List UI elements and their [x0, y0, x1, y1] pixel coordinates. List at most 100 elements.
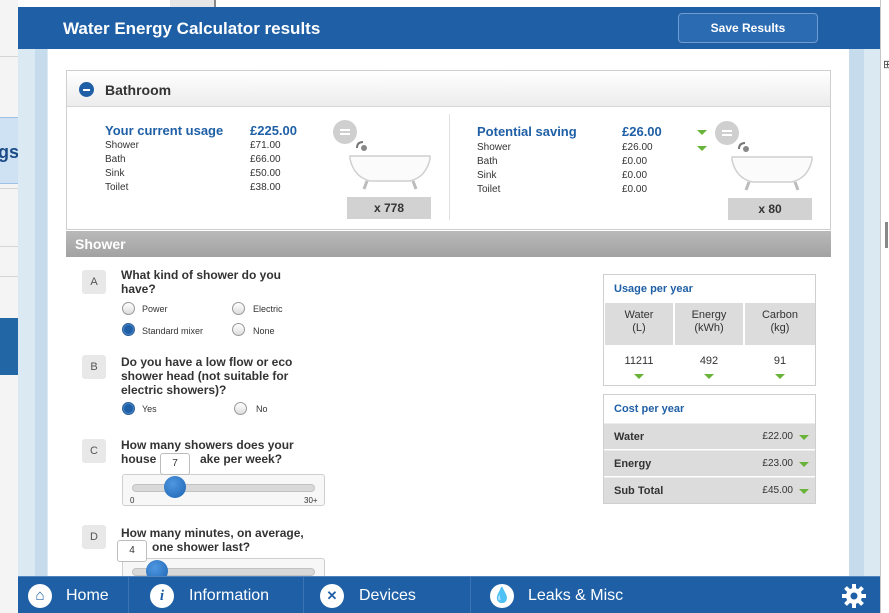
- saving-down-arrow-icon: [697, 130, 707, 135]
- radio-power[interactable]: [122, 302, 135, 315]
- saving-row-value: £0.00: [622, 156, 648, 167]
- current-row-label: Sink: [105, 168, 125, 179]
- info-icon: i: [150, 584, 174, 608]
- showers-per-week-slider[interactable]: 0 30+: [122, 474, 325, 506]
- down-arrow-icon: [799, 435, 809, 440]
- radio-electric[interactable]: [232, 302, 245, 315]
- question-d-line2: one shower last?: [152, 540, 251, 554]
- current-row-value: £66.00: [250, 154, 281, 165]
- panel-edge-left: [35, 49, 47, 576]
- slider-knob[interactable]: [164, 476, 186, 498]
- cost-row: Energy £23.00: [604, 450, 815, 476]
- nav-divider: [303, 577, 304, 613]
- collapse-icon[interactable]: [79, 82, 94, 97]
- nav-leaks-misc-label: Leaks & Misc: [528, 587, 624, 604]
- bottom-nav: ⌂ Home i Information ✕ Devices 💧 Leaks &…: [18, 576, 880, 613]
- cost-row-value: £23.00: [762, 458, 793, 469]
- nav-home-label: Home: [66, 587, 109, 604]
- current-usage-heading: Your current usage: [105, 123, 224, 138]
- radio-power-label: Power: [142, 304, 168, 314]
- down-arrow-icon: [799, 489, 809, 494]
- background-scrollbar: [885, 222, 888, 248]
- bathtub-icon: [349, 141, 431, 190]
- question-a-letter: A: [82, 270, 106, 294]
- radio-no-label: No: [256, 404, 268, 414]
- usage-col-water: Water (L): [605, 303, 673, 345]
- bathtub-icon: [731, 142, 813, 191]
- nav-devices-label: Devices: [359, 587, 416, 604]
- cost-row-value: £22.00: [762, 431, 793, 442]
- question-c-line2b: ake per week?: [200, 452, 283, 466]
- current-row-value: £38.00: [250, 182, 281, 193]
- question-a-text: What kind of shower do you have?: [121, 268, 281, 296]
- saving-heading: Potential saving: [477, 124, 577, 139]
- nav-leaks-misc[interactable]: 💧 Leaks & Misc: [488, 577, 658, 613]
- question-b-letter: B: [82, 355, 106, 379]
- bathroom-title: Bathroom: [105, 82, 172, 98]
- tools-icon: ✕: [320, 584, 344, 608]
- radio-none-label: None: [253, 326, 275, 336]
- saving-row-value: £0.00: [622, 170, 648, 181]
- water-drop-icon: 💧: [490, 584, 514, 608]
- question-d-line1: How many minutes, on average,: [121, 526, 304, 540]
- radio-no[interactable]: [234, 402, 247, 415]
- radio-yes-label: Yes: [142, 404, 157, 414]
- down-arrow-icon: [775, 374, 785, 379]
- usage-col-energy: Energy (kWh): [675, 303, 743, 345]
- nav-information[interactable]: i Information: [148, 577, 298, 613]
- nav-home[interactable]: ⌂ Home: [26, 577, 122, 613]
- cost-title: Cost per year: [614, 403, 685, 415]
- background-tab: gs: [0, 117, 20, 184]
- nav-divider: [128, 577, 129, 613]
- saving-bath-count: x 80: [728, 198, 812, 220]
- cost-row-label: Water: [614, 431, 645, 443]
- question-b-text: Do you have a low flow or eco shower hea…: [121, 355, 293, 397]
- saving-row-label: Sink: [477, 170, 497, 181]
- cost-per-year-table: Cost per year Water £22.00 Energy £23.00…: [603, 394, 816, 504]
- saving-total: £26.00: [622, 124, 662, 139]
- saving-row-label: Shower: [477, 142, 511, 153]
- bathroom-header[interactable]: Bathroom: [67, 71, 830, 107]
- current-usage-total: £225.00: [250, 123, 297, 138]
- slider-value-bubble: 7: [160, 453, 190, 475]
- slider-value-bubble: 4: [117, 540, 147, 562]
- usage-energy-value: 492: [699, 355, 719, 367]
- question-c-line2: house: [121, 452, 157, 466]
- slider-max-label: 30+: [304, 496, 318, 505]
- radio-standard-mixer[interactable]: [122, 323, 135, 336]
- nav-divider: [470, 577, 471, 613]
- shower-section-header: Shower: [66, 231, 831, 257]
- shower-title: Shower: [75, 236, 126, 252]
- question-d-letter: D: [82, 525, 106, 549]
- usage-water-value: 11211: [624, 355, 654, 367]
- current-bath-count: x 778: [347, 197, 431, 219]
- current-row-value: £71.00: [250, 140, 281, 151]
- app-header: Water Energy Calculator results Save Res…: [18, 7, 880, 49]
- panel-edge-right: [849, 49, 864, 576]
- usage-per-year-table: Usage per year Water (L) Energy (kWh) Carb…: [603, 274, 816, 386]
- current-row-label: Toilet: [105, 182, 129, 193]
- nav-devices[interactable]: ✕ Devices: [318, 577, 448, 613]
- background-left-panel: [0, 0, 18, 613]
- cost-row-label: Energy: [614, 458, 652, 470]
- down-arrow-icon: [634, 374, 644, 379]
- background-tab-label: gs: [0, 142, 20, 162]
- current-row-value: £50.00: [250, 168, 281, 179]
- radio-yes[interactable]: [122, 402, 135, 415]
- save-results-button[interactable]: Save Results: [678, 13, 818, 43]
- gear-icon[interactable]: [841, 583, 867, 609]
- background-right-panel: ⊞: [880, 0, 889, 613]
- radio-none[interactable]: [232, 323, 245, 336]
- home-icon: ⌂: [28, 584, 52, 608]
- down-arrow-icon: [799, 462, 809, 467]
- saving-down-arrow-icon: [697, 146, 707, 151]
- saving-row-label: Bath: [477, 156, 498, 167]
- slider-track[interactable]: [132, 484, 315, 492]
- usage-col-carbon: Carbon (kg): [745, 303, 815, 345]
- background-top-stub: [170, 0, 216, 7]
- cost-row: Water £22.00: [604, 423, 815, 449]
- saving-row-label: Toilet: [477, 184, 501, 195]
- saving-row-value: £0.00: [622, 184, 648, 195]
- down-arrow-icon: [704, 374, 714, 379]
- slider-min-label: 0: [130, 496, 135, 505]
